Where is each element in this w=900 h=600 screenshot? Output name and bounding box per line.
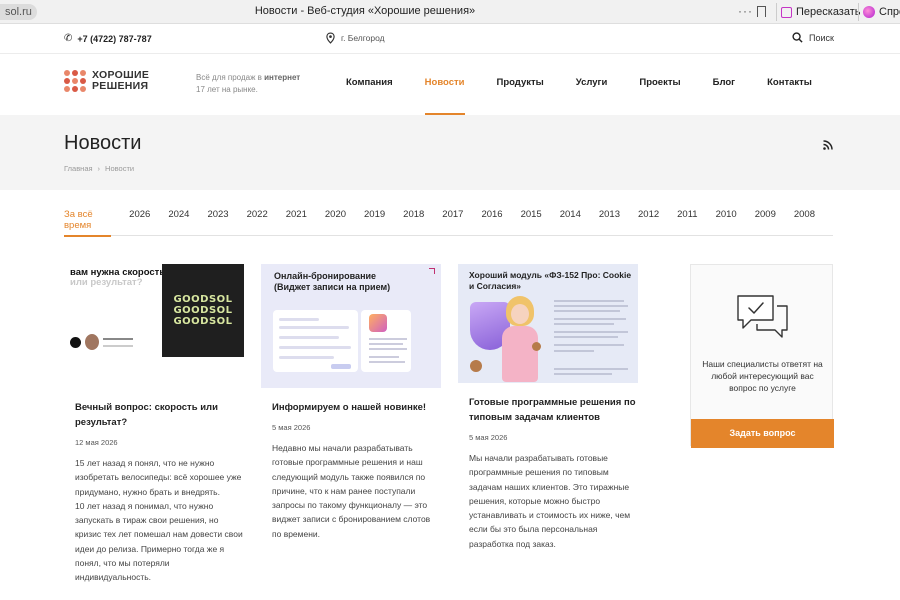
site-header: ХОРОШИЕ РЕШЕНИЯ Всё для продаж в интерне… [0, 54, 900, 115]
ask-assistant-label: Спро [879, 6, 900, 18]
ask-question-button[interactable]: Задать вопрос [691, 419, 834, 448]
logo-wordmark: ХОРОШИЕ РЕШЕНИЯ [92, 69, 150, 92]
year-filter-item[interactable]: 2019 [364, 199, 385, 236]
nav-item-company[interactable]: Компания [330, 54, 409, 115]
year-filter-item[interactable]: 2011 [677, 199, 697, 236]
year-filter-item[interactable]: 2023 [207, 199, 228, 236]
main-nav: Компания Новости Продукты Услуги Проекты… [330, 54, 828, 115]
year-filter-item[interactable]: 2017 [442, 199, 463, 236]
nav-item-projects[interactable]: Проекты [623, 54, 696, 115]
search-label: Поиск [809, 32, 834, 43]
year-filter-item[interactable]: 2016 [481, 199, 502, 236]
news-card-excerpt: 15 лет назад я понял, что не нужно изобр… [75, 458, 243, 583]
year-filter-item[interactable]: 2020 [325, 199, 346, 236]
widget-avatar-icon [369, 314, 387, 332]
news-card-image[interactable]: вам нужна скорость — или результат? GOOD… [64, 264, 244, 388]
author-badge [70, 334, 133, 350]
tab-title: Новости - Веб-студия «Хорошие решения» [254, 5, 476, 17]
news-card-date: 5 мая 2026 [469, 433, 508, 442]
news-card[interactable]: Хороший модуль «ФЗ-152 Про: Cookie и Сог… [458, 264, 638, 551]
character-illustration [496, 296, 544, 383]
year-filter-item[interactable]: 2009 [755, 199, 776, 236]
image-caption: Онлайн-бронирование (Виджет записи на пр… [274, 271, 391, 292]
ask-assistant-button[interactable]: Спро [858, 3, 900, 21]
assistant-icon [863, 6, 875, 18]
news-card-image[interactable]: Онлайн-бронирование (Виджет записи на пр… [261, 264, 441, 388]
year-filter-item[interactable]: 2013 [599, 199, 620, 236]
year-filter-item[interactable]: 2018 [403, 199, 424, 236]
news-card-title[interactable]: Готовые программные решения по типовым з… [458, 395, 638, 425]
search-button[interactable]: Поиск [792, 32, 834, 43]
more-menu-icon[interactable]: ··· [738, 4, 753, 18]
news-card-date: 5 мая 2026 [272, 423, 311, 432]
breadcrumb-current: Новости [105, 164, 135, 173]
year-filter-item[interactable]: 2008 [794, 199, 815, 236]
news-card[interactable]: вам нужна скорость — или результат? GOOD… [64, 264, 244, 585]
news-card-excerpt: Недавно мы начали разрабатывать готовые … [272, 443, 431, 539]
news-card-image[interactable]: Хороший модуль «ФЗ-152 Про: Cookie и Сог… [458, 264, 638, 383]
news-card-title[interactable]: Информируем о нашей новинке! [261, 400, 441, 415]
breadcrumb: Главная › Новости [64, 164, 134, 173]
logo-dots-icon [64, 70, 86, 92]
news-card-excerpt: Мы начали разрабатывать готовые программ… [469, 453, 631, 549]
nav-item-services[interactable]: Услуги [560, 54, 624, 115]
nav-item-contacts[interactable]: Контакты [751, 54, 828, 115]
nav-item-blog[interactable]: Блог [697, 54, 752, 115]
news-card-title[interactable]: Вечный вопрос: скорость или результат? [64, 400, 244, 430]
retell-button[interactable]: Пересказать [776, 3, 867, 21]
city-label: г. Белгород [341, 33, 385, 43]
breadcrumb-home[interactable]: Главная [64, 164, 93, 173]
page-title-band: Новости Главная › Новости [0, 115, 900, 190]
phone-number: +7 (4722) 787-787 [77, 33, 152, 44]
top-info-bar: ✆ +7 (4722) 787-787 г. Белгород Поиск [0, 24, 900, 54]
site-tagline: Всё для продаж в интернет 17 лет на рынк… [196, 73, 301, 94]
year-filter-item[interactable]: 2014 [560, 199, 581, 236]
phone-icon: ✆ [64, 33, 73, 44]
chat-bubbles-icon [737, 295, 788, 338]
search-icon [792, 32, 803, 43]
nav-item-products[interactable]: Продукты [481, 54, 560, 115]
author-logo-icon [70, 336, 81, 348]
rss-icon[interactable] [823, 140, 833, 150]
year-filter-item[interactable]: 2012 [638, 199, 659, 236]
year-filter-item[interactable]: 2021 [286, 199, 307, 236]
image-caption: Хороший модуль «ФЗ-152 Про: Cookie и Сог… [469, 270, 632, 291]
year-filter-item[interactable]: 2024 [168, 199, 189, 236]
retell-icon [781, 6, 792, 18]
year-filter-item[interactable]: 2022 [247, 199, 268, 236]
nav-item-news[interactable]: Новости [409, 54, 481, 115]
ask-question-widget: Наши специалисты ответят на любой интере… [690, 264, 834, 448]
year-filter-item[interactable]: 2026 [129, 199, 150, 236]
location-pin-icon [326, 32, 335, 44]
news-card[interactable]: Онлайн-бронирование (Виджет записи на пр… [261, 264, 441, 541]
page-title: Новости [64, 132, 142, 154]
bookmark-icon[interactable] [757, 6, 766, 17]
year-filter: За всё время 2026 2024 2023 2022 2021 20… [64, 199, 833, 237]
year-filter-item[interactable]: 2015 [521, 199, 542, 236]
breadcrumb-separator: › [97, 164, 101, 173]
retell-label: Пересказать [796, 6, 861, 18]
city-selector[interactable]: г. Белгород [326, 32, 385, 44]
widget-mockup [273, 310, 358, 372]
site-logo[interactable]: ХОРОШИЕ РЕШЕНИЯ [64, 70, 149, 92]
browser-toolbar: sol.ru Новости - Веб-студия «Хорошие реш… [0, 0, 900, 24]
phone-link[interactable]: ✆ +7 (4722) 787-787 [64, 33, 152, 44]
year-filter-all[interactable]: За всё время [64, 199, 112, 237]
year-filter-item[interactable]: 2010 [716, 199, 737, 236]
author-avatar [85, 334, 99, 350]
ask-question-text: Наши специалисты ответят на любой интере… [702, 359, 823, 393]
brand-logo-block: GOODSOL GOODSOL GOODSOL [162, 264, 244, 357]
news-card-date: 12 мая 2026 [75, 438, 118, 447]
